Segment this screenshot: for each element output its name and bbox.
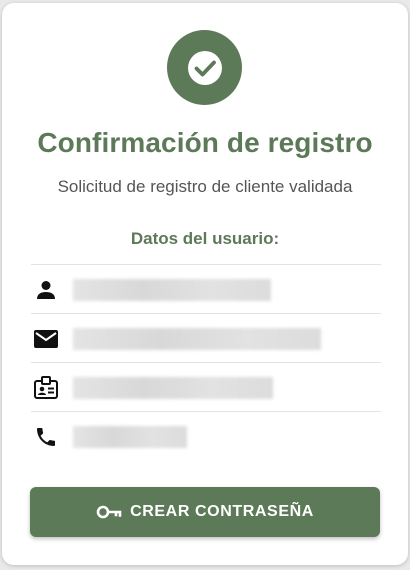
check-circle-icon [167, 30, 242, 105]
phone-icon [33, 424, 59, 450]
page-subtitle: Solicitud de registro de cliente validad… [57, 177, 353, 196]
user-email-row [31, 313, 381, 362]
page-title: Confirmación de registro [37, 127, 373, 158]
user-phone-row [31, 411, 381, 460]
id-card-icon [33, 375, 59, 401]
mail-icon [33, 326, 59, 352]
user-id-row [31, 362, 381, 411]
user-name-row [31, 264, 381, 313]
user-email-value [73, 328, 321, 350]
user-name-value [73, 279, 271, 301]
create-password-button[interactable]: CREAR CONTRASEÑA [30, 487, 380, 537]
user-id-value [73, 377, 273, 399]
user-phone-value [73, 426, 187, 448]
person-icon [33, 277, 59, 303]
user-data-heading: Datos del usuario: [130, 229, 280, 248]
registration-confirmation-card: Confirmación de registro Solicitud de re… [2, 3, 408, 565]
key-icon [96, 502, 122, 522]
create-password-label: CREAR CONTRASEÑA [130, 503, 314, 520]
